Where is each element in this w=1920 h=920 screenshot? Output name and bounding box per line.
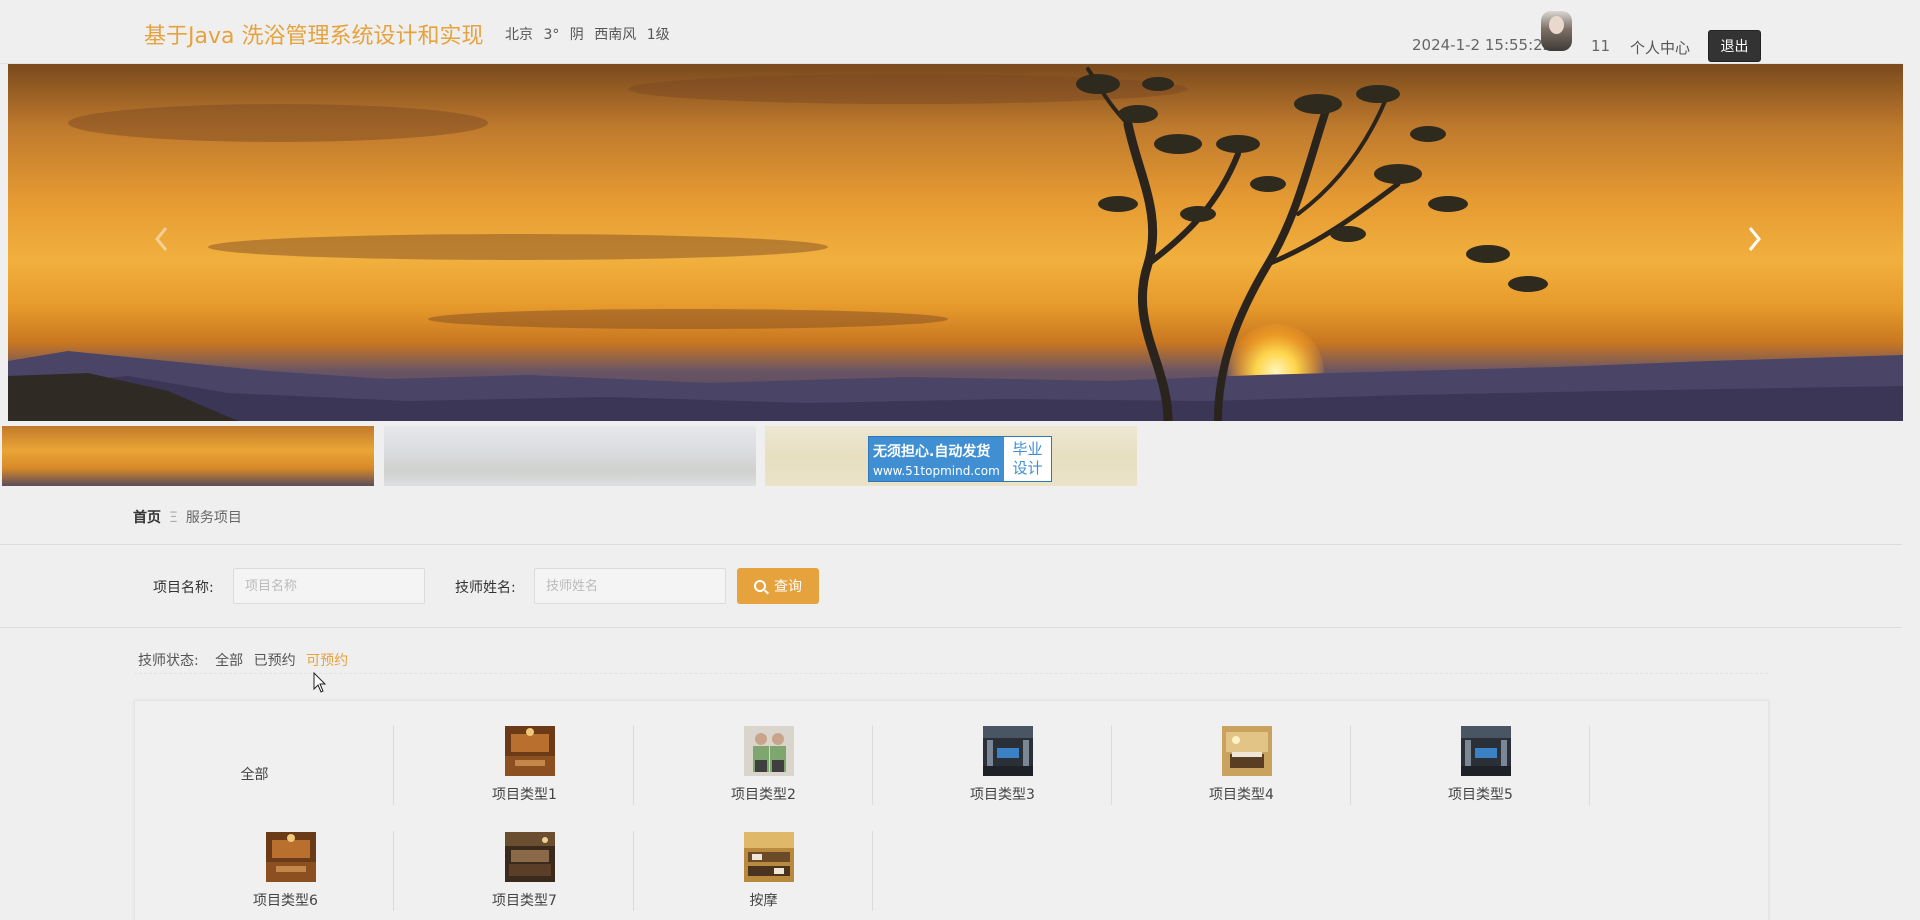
- category-label: 项目类型6: [253, 893, 318, 909]
- category-separator: [633, 725, 634, 805]
- username: 11: [1591, 37, 1611, 55]
- section-divider: [0, 544, 1902, 545]
- promo-watermark: 无须担心.自动发货 www.51topmind.com 毕业 设计: [868, 436, 1052, 482]
- category-image: [983, 726, 1033, 776]
- category-item-type2[interactable]: 项目类型2: [644, 726, 883, 806]
- breadcrumb-home[interactable]: 首页: [133, 510, 161, 526]
- banner-carousel: [8, 64, 1903, 421]
- item-name-input[interactable]: [233, 568, 425, 604]
- category-item-type1[interactable]: 项目类型1: [405, 726, 644, 806]
- promo-text: 无须担心.自动发货: [873, 444, 991, 460]
- promo-box-line1: 毕业: [1012, 440, 1043, 458]
- banner-cloud: [208, 234, 828, 260]
- item-name-label: 项目名称:: [153, 580, 214, 596]
- category-image: [505, 726, 555, 776]
- promo-box: 毕业 设计: [1004, 437, 1051, 481]
- category-image: [1461, 726, 1511, 776]
- personal-center-link[interactable]: 个人中心: [1630, 37, 1690, 58]
- category-separator: [633, 831, 634, 911]
- weather-info: 北京 3° 阴 西南风 1级: [505, 27, 670, 43]
- chevron-left-icon: [155, 227, 168, 251]
- filter-option-available[interactable]: 可预约: [306, 653, 348, 669]
- filter-option-all[interactable]: 全部: [215, 653, 243, 669]
- carousel-thumbnail-1[interactable]: [2, 426, 374, 486]
- category-image: [744, 832, 794, 882]
- category-label: 项目类型3: [970, 787, 1035, 803]
- category-separator: [872, 831, 873, 911]
- category-item-type6[interactable]: 项目类型6: [166, 832, 405, 912]
- carousel-prev-arrow[interactable]: [150, 222, 174, 256]
- category-image: [744, 726, 794, 776]
- category-label: 项目类型2: [731, 787, 796, 803]
- technician-status-filter: 技师状态: 全部 已预约 可预约: [138, 650, 354, 670]
- top-header: 基于Java 洗浴管理系统设计和实现 北京 3° 阴 西南风 1级 2024-1…: [0, 0, 1902, 64]
- category-separator: [872, 725, 873, 805]
- category-separator: [1350, 725, 1351, 805]
- category-label: 项目类型5: [1448, 787, 1513, 803]
- category-panel: 全部 项目类型1 项目类型2 项目类型3 项目类型4 项目类型5 项目类型6 项…: [134, 700, 1769, 920]
- category-label: 项目类型1: [492, 787, 557, 803]
- category-item-all[interactable]: 全部: [135, 727, 374, 807]
- category-separator: [1589, 725, 1590, 805]
- search-button-label: 查询: [774, 579, 802, 595]
- category-separator: [393, 831, 394, 911]
- category-image: [266, 832, 316, 882]
- category-image: [505, 832, 555, 882]
- search-button[interactable]: 查询: [737, 568, 819, 604]
- category-separator: [393, 725, 394, 805]
- filter-option-booked[interactable]: 已预约: [254, 653, 296, 669]
- chevron-right-icon: [1748, 227, 1761, 251]
- category-separator: [1111, 725, 1112, 805]
- category-item-massage[interactable]: 按摩: [644, 832, 883, 912]
- breadcrumb: 首页 Ξ 服务项目: [133, 507, 242, 527]
- category-item-type4[interactable]: 项目类型4: [1122, 726, 1361, 806]
- breadcrumb-separator: Ξ: [169, 510, 178, 526]
- search-icon: [754, 580, 766, 592]
- promo-box-line2: 设计: [1012, 459, 1043, 477]
- category-item-type7[interactable]: 项目类型7: [405, 832, 644, 912]
- logout-button[interactable]: 退出: [1708, 30, 1761, 62]
- carousel-next-arrow[interactable]: [1742, 222, 1766, 256]
- current-datetime: 2024-1-2 15:55:22: [1412, 36, 1553, 54]
- category-label: 项目类型4: [1209, 787, 1274, 803]
- section-divider: [0, 627, 1902, 628]
- banner-cloud: [68, 104, 488, 142]
- carousel-thumbnail-2[interactable]: [384, 426, 756, 486]
- site-title: 基于Java 洗浴管理系统设计和实现: [144, 24, 484, 49]
- banner-tree: [1076, 67, 1548, 421]
- category-label: 按摩: [749, 893, 778, 909]
- category-label: 项目类型7: [492, 893, 557, 909]
- banner-mountains: [8, 351, 1903, 421]
- breadcrumb-current: 服务项目: [185, 510, 242, 526]
- category-item-type3[interactable]: 项目类型3: [883, 726, 1122, 806]
- mouse-cursor-icon: [313, 672, 327, 693]
- category-label: 全部: [240, 767, 269, 783]
- filter-title: 技师状态:: [138, 653, 199, 669]
- user-avatar[interactable]: [1541, 11, 1572, 51]
- technician-name-input[interactable]: [534, 568, 726, 604]
- filter-divider: [134, 673, 1768, 674]
- promo-url: www.51topmind.com: [873, 464, 1000, 478]
- technician-name-label: 技师姓名:: [455, 580, 516, 596]
- category-image: [1222, 726, 1272, 776]
- category-item-type5[interactable]: 项目类型5: [1361, 726, 1600, 806]
- banner-cloud: [428, 309, 948, 329]
